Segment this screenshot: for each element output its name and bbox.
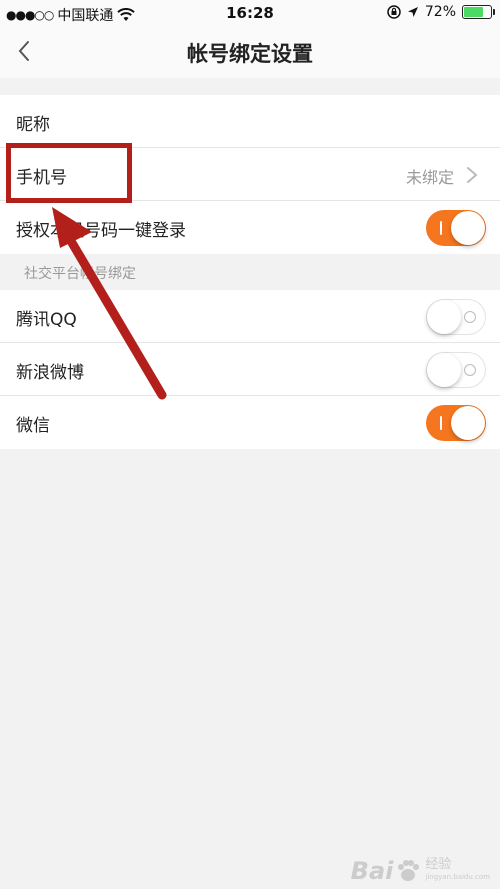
toggle-off-mark-icon bbox=[464, 311, 476, 323]
weibo-row: 新浪微博 bbox=[0, 343, 500, 396]
location-arrow-icon bbox=[407, 7, 418, 17]
baidu-watermark: Bai 经验 jingyan.baidu.com bbox=[351, 857, 490, 885]
battery-percent: 72% bbox=[424, 4, 456, 20]
wechat-label: 微信 bbox=[16, 416, 50, 436]
watermark-sub: 经验 jingyan.baidu.com bbox=[425, 858, 490, 884]
status-right: 72% bbox=[387, 4, 495, 20]
rotation-lock-icon bbox=[387, 5, 401, 19]
one-click-login-toggle[interactable] bbox=[426, 210, 486, 246]
qq-row: 腾讯QQ bbox=[0, 290, 500, 343]
social-section-header: 社交平台帐号绑定 bbox=[0, 254, 500, 290]
phone-binding-status: 未绑定 bbox=[405, 168, 454, 187]
qq-toggle[interactable] bbox=[426, 299, 486, 335]
toggle-off-mark-icon bbox=[464, 364, 476, 376]
social-section-title: 社交平台帐号绑定 bbox=[24, 266, 136, 282]
social-section: 腾讯QQ 新浪微博 微信 bbox=[0, 290, 500, 449]
page-title: 帐号绑定设置 bbox=[187, 42, 313, 66]
battery-icon bbox=[462, 5, 495, 19]
toggle-knob bbox=[451, 211, 485, 245]
nickname-row[interactable]: 昵称 bbox=[0, 95, 500, 148]
battery-fill bbox=[464, 7, 483, 17]
toggle-on-mark-icon bbox=[440, 221, 442, 235]
weibo-toggle[interactable] bbox=[426, 352, 486, 388]
qq-label: 腾讯QQ bbox=[16, 310, 77, 330]
nickname-label: 昵称 bbox=[16, 115, 50, 135]
toggle-on-mark-icon bbox=[440, 416, 442, 430]
watermark-sub-bottom: jingyan.baidu.com bbox=[425, 873, 490, 881]
navigation-bar: 帐号绑定设置 bbox=[0, 26, 500, 78]
wechat-toggle[interactable] bbox=[426, 405, 486, 441]
chevron-right-icon bbox=[467, 167, 478, 183]
wechat-row: 微信 bbox=[0, 396, 500, 449]
status-bar: ●●●○○ 中国联通 16:28 72% bbox=[0, 0, 500, 26]
paw-logo-icon bbox=[398, 860, 420, 881]
one-click-login-row: 授权本机号码一键登录 bbox=[0, 201, 500, 254]
watermark-brand: Bai bbox=[350, 857, 394, 885]
watermark-sub-top: 经验 bbox=[425, 857, 452, 872]
one-click-login-label: 授权本机号码一键登录 bbox=[16, 221, 186, 241]
weibo-label: 新浪微博 bbox=[16, 363, 84, 383]
highlight-box bbox=[6, 143, 132, 203]
toggle-knob bbox=[427, 300, 461, 334]
toggle-knob bbox=[451, 406, 485, 440]
toggle-knob bbox=[427, 353, 461, 387]
